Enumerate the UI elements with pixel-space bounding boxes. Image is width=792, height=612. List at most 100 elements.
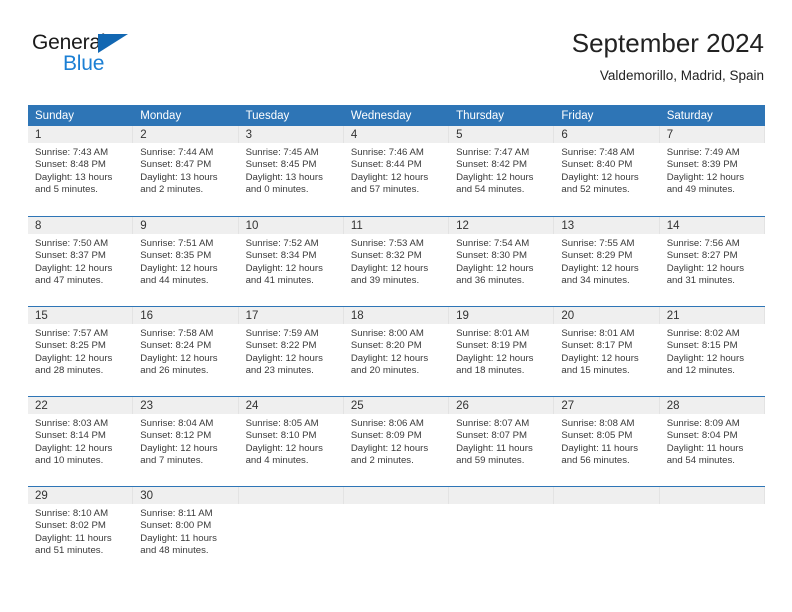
day-info: Sunrise: 7:44 AM Sunset: 8:47 PM Dayligh… bbox=[133, 143, 238, 197]
day-cell[interactable]: 8 Sunrise: 7:50 AM Sunset: 8:37 PM Dayli… bbox=[28, 216, 134, 306]
day-info: Sunrise: 8:11 AM Sunset: 8:00 PM Dayligh… bbox=[133, 504, 238, 558]
daylight-text-line2: and 36 minutes. bbox=[456, 275, 525, 287]
sunrise-text: Sunrise: 7:45 AM bbox=[245, 147, 319, 158]
day-cell[interactable]: 3 Sunrise: 7:45 AM Sunset: 8:45 PM Dayli… bbox=[238, 126, 344, 216]
day-number: 1 bbox=[35, 129, 42, 141]
day-cell[interactable]: 24 Sunrise: 8:05 AM Sunset: 8:10 PM Dayl… bbox=[238, 396, 344, 486]
day-number-band: 17 bbox=[238, 307, 344, 324]
daylight-text-line2: and 59 minutes. bbox=[456, 455, 525, 467]
day-cell[interactable]: 18 Sunrise: 8:00 AM Sunset: 8:20 PM Dayl… bbox=[343, 306, 450, 396]
daylight-text-line1: Daylight: 11 hours bbox=[35, 532, 112, 544]
day-info: Sunrise: 8:06 AM Sunset: 8:09 PM Dayligh… bbox=[344, 414, 449, 468]
day-number-band bbox=[659, 487, 765, 504]
day-cell[interactable]: 2 Sunrise: 7:44 AM Sunset: 8:47 PM Dayli… bbox=[133, 126, 239, 216]
day-number: 20 bbox=[561, 310, 575, 322]
day-cell[interactable]: 5 Sunrise: 7:47 AM Sunset: 8:42 PM Dayli… bbox=[449, 126, 555, 216]
day-number: 30 bbox=[140, 490, 154, 502]
sunrise-text: Sunrise: 7:46 AM bbox=[350, 147, 424, 158]
day-cell[interactable]: 15 Sunrise: 7:57 AM Sunset: 8:25 PM Dayl… bbox=[28, 306, 134, 396]
day-number: 4 bbox=[350, 129, 358, 141]
day-info: Sunrise: 7:58 AM Sunset: 8:24 PM Dayligh… bbox=[133, 324, 238, 378]
sunrise-text: Sunrise: 7:52 AM bbox=[245, 238, 319, 249]
daylight-text-line2: and 20 minutes. bbox=[350, 365, 420, 377]
brand-logo[interactable]: General Blue bbox=[32, 32, 162, 86]
daylight-text-line2: and 15 minutes. bbox=[561, 365, 630, 377]
day-cell[interactable]: 14 Sunrise: 7:56 AM Sunset: 8:27 PM Dayl… bbox=[659, 216, 765, 306]
day-cell[interactable]: 26 Sunrise: 8:07 AM Sunset: 8:07 PM Dayl… bbox=[449, 396, 555, 486]
daylight-text-line2: and 4 minutes. bbox=[245, 455, 309, 467]
calendar-week-row: 15 Sunrise: 7:57 AM Sunset: 8:25 PM Dayl… bbox=[28, 306, 765, 396]
brand-name-blue: Blue bbox=[63, 52, 105, 75]
day-cell[interactable]: 12 Sunrise: 7:54 AM Sunset: 8:30 PM Dayl… bbox=[449, 216, 555, 306]
day-cell[interactable]: 27 Sunrise: 8:08 AM Sunset: 8:05 PM Dayl… bbox=[554, 396, 660, 486]
day-cell[interactable]: 9 Sunrise: 7:51 AM Sunset: 8:35 PM Dayli… bbox=[133, 216, 239, 306]
daylight-text-line1: Daylight: 12 hours bbox=[561, 352, 639, 364]
daylight-text-line1: Daylight: 11 hours bbox=[666, 442, 744, 454]
day-info bbox=[554, 504, 659, 508]
day-info: Sunrise: 7:57 AM Sunset: 8:25 PM Dayligh… bbox=[28, 324, 133, 378]
daylight-text-line1: Daylight: 12 hours bbox=[35, 262, 113, 274]
day-info: Sunrise: 8:03 AM Sunset: 8:14 PM Dayligh… bbox=[28, 414, 133, 468]
daylight-text-line2: and 39 minutes. bbox=[350, 275, 420, 287]
daylight-text-line2: and 54 minutes. bbox=[666, 455, 735, 467]
day-cell-empty bbox=[343, 486, 450, 576]
day-cell[interactable]: 30 Sunrise: 8:11 AM Sunset: 8:00 PM Dayl… bbox=[133, 486, 239, 576]
calendar-week-row: 22 Sunrise: 8:03 AM Sunset: 8:14 PM Dayl… bbox=[28, 396, 765, 486]
day-number-band: 6 bbox=[554, 126, 660, 143]
daylight-text-line1: Daylight: 12 hours bbox=[350, 352, 429, 364]
day-number-band: 30 bbox=[133, 487, 239, 504]
day-number-band: 22 bbox=[28, 397, 134, 414]
day-cell[interactable]: 25 Sunrise: 8:06 AM Sunset: 8:09 PM Dayl… bbox=[343, 396, 450, 486]
sunrise-text: Sunrise: 8:01 AM bbox=[561, 328, 635, 339]
day-number: 17 bbox=[245, 310, 259, 322]
day-number-band: 5 bbox=[449, 126, 555, 143]
sunset-text: Sunset: 8:17 PM bbox=[561, 340, 633, 352]
day-cell[interactable]: 29 Sunrise: 8:10 AM Sunset: 8:02 PM Dayl… bbox=[28, 486, 134, 576]
day-number-band: 21 bbox=[659, 307, 765, 324]
sunset-text: Sunset: 8:27 PM bbox=[666, 250, 738, 262]
day-cell[interactable]: 28 Sunrise: 8:09 AM Sunset: 8:04 PM Dayl… bbox=[659, 396, 765, 486]
day-cell[interactable]: 11 Sunrise: 7:53 AM Sunset: 8:32 PM Dayl… bbox=[343, 216, 450, 306]
sunrise-text: Sunrise: 7:59 AM bbox=[245, 328, 319, 339]
day-number-band: 11 bbox=[343, 217, 450, 234]
day-cell[interactable]: 10 Sunrise: 7:52 AM Sunset: 8:34 PM Dayl… bbox=[238, 216, 344, 306]
day-info: Sunrise: 7:56 AM Sunset: 8:27 PM Dayligh… bbox=[660, 234, 765, 288]
day-cell[interactable]: 23 Sunrise: 8:04 AM Sunset: 8:12 PM Dayl… bbox=[133, 396, 239, 486]
weekday-header-saturday: Saturday bbox=[659, 105, 765, 126]
weekday-header-wednesday: Wednesday bbox=[343, 105, 450, 126]
sunrise-text: Sunrise: 7:49 AM bbox=[666, 147, 740, 158]
sunset-text: Sunset: 8:29 PM bbox=[561, 250, 633, 262]
daylight-text-line1: Daylight: 11 hours bbox=[456, 442, 533, 454]
calendar-week-row: 1 Sunrise: 7:43 AM Sunset: 8:48 PM Dayli… bbox=[28, 126, 765, 216]
day-cell[interactable]: 22 Sunrise: 8:03 AM Sunset: 8:14 PM Dayl… bbox=[28, 396, 134, 486]
day-cell[interactable]: 17 Sunrise: 7:59 AM Sunset: 8:22 PM Dayl… bbox=[238, 306, 344, 396]
day-cell[interactable]: 1 Sunrise: 7:43 AM Sunset: 8:48 PM Dayli… bbox=[28, 126, 134, 216]
day-cell[interactable]: 7 Sunrise: 7:49 AM Sunset: 8:39 PM Dayli… bbox=[659, 126, 765, 216]
day-number-band bbox=[554, 487, 660, 504]
daylight-text-line1: Daylight: 12 hours bbox=[456, 171, 534, 183]
day-cell[interactable]: 21 Sunrise: 8:02 AM Sunset: 8:15 PM Dayl… bbox=[659, 306, 765, 396]
daylight-text-line2: and 23 minutes. bbox=[245, 365, 314, 377]
day-cell-empty bbox=[449, 486, 555, 576]
sunset-text: Sunset: 8:02 PM bbox=[35, 520, 106, 532]
day-cell[interactable]: 16 Sunrise: 7:58 AM Sunset: 8:24 PM Dayl… bbox=[133, 306, 239, 396]
day-cell[interactable]: 4 Sunrise: 7:46 AM Sunset: 8:44 PM Dayli… bbox=[343, 126, 450, 216]
page-header: General Blue September 2024 Valdemorillo… bbox=[28, 26, 764, 96]
day-info: Sunrise: 7:52 AM Sunset: 8:34 PM Dayligh… bbox=[239, 234, 344, 288]
sunset-text: Sunset: 8:10 PM bbox=[245, 430, 317, 442]
day-info: Sunrise: 8:09 AM Sunset: 8:04 PM Dayligh… bbox=[660, 414, 765, 468]
sunset-text: Sunset: 8:05 PM bbox=[561, 430, 633, 442]
day-number: 9 bbox=[140, 220, 147, 232]
day-cell[interactable]: 19 Sunrise: 8:01 AM Sunset: 8:19 PM Dayl… bbox=[449, 306, 555, 396]
sunrise-text: Sunrise: 7:48 AM bbox=[561, 147, 635, 158]
sunrise-text: Sunrise: 7:57 AM bbox=[35, 328, 109, 339]
day-cell[interactable]: 6 Sunrise: 7:48 AM Sunset: 8:40 PM Dayli… bbox=[554, 126, 660, 216]
sunset-text: Sunset: 8:04 PM bbox=[666, 430, 738, 442]
day-number-band: 14 bbox=[659, 217, 765, 234]
daylight-text-line2: and 34 minutes. bbox=[561, 275, 630, 287]
sunset-text: Sunset: 8:47 PM bbox=[140, 159, 212, 171]
day-cell[interactable]: 20 Sunrise: 8:01 AM Sunset: 8:17 PM Dayl… bbox=[554, 306, 660, 396]
day-cell[interactable]: 13 Sunrise: 7:55 AM Sunset: 8:29 PM Dayl… bbox=[554, 216, 660, 306]
sunset-text: Sunset: 8:30 PM bbox=[456, 250, 528, 262]
daylight-text-line1: Daylight: 12 hours bbox=[666, 352, 745, 364]
